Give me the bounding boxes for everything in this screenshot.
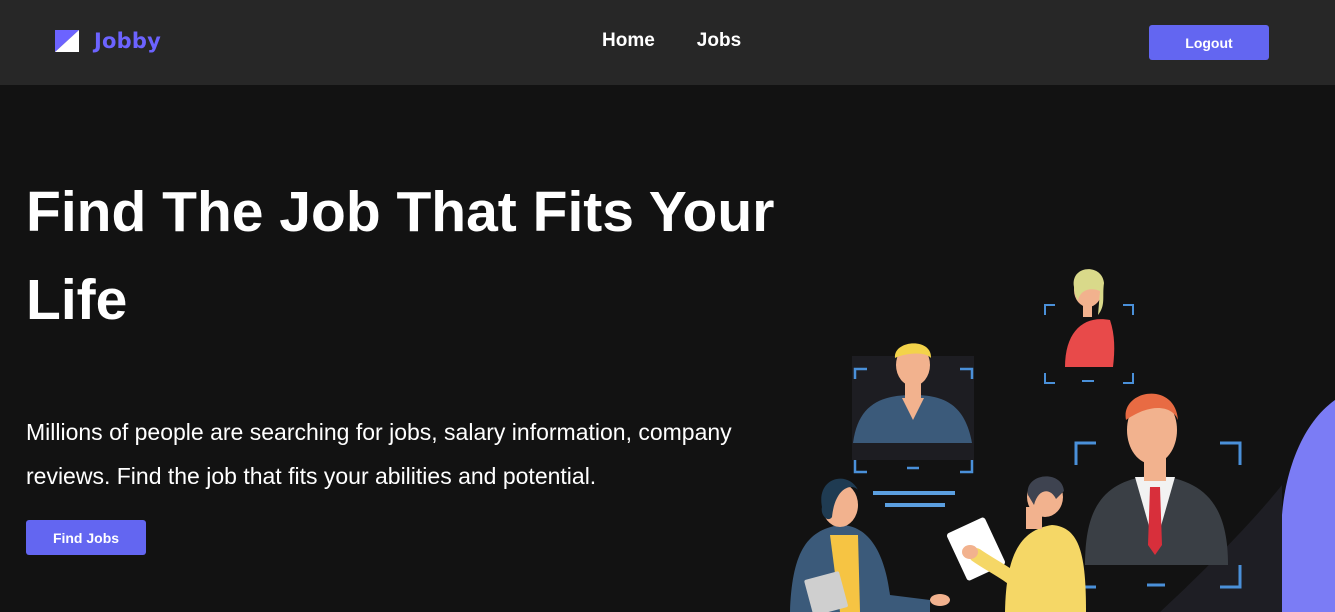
brand-name: Jobby bbox=[94, 29, 161, 53]
candidate-businessman-card bbox=[1074, 393, 1242, 589]
hero-title: Find The Job That Fits Your Life bbox=[26, 180, 775, 332]
find-jobs-button[interactable]: Find Jobs bbox=[26, 520, 146, 555]
navbar: Jobby Home Jobs Logout bbox=[0, 0, 1335, 85]
brand-logo-link[interactable]: Jobby bbox=[55, 26, 161, 56]
logout-button[interactable]: Logout bbox=[1149, 25, 1269, 60]
jobby-logo-icon bbox=[55, 30, 79, 52]
candidate-man-card bbox=[852, 343, 974, 507]
nav-link-jobs[interactable]: Jobs bbox=[697, 30, 741, 52]
candidate-woman-card bbox=[1044, 269, 1134, 384]
nav-link-home[interactable]: Home bbox=[602, 30, 655, 52]
recruiter-woman-figure bbox=[790, 478, 950, 612]
recruiter-man-figure bbox=[946, 476, 1086, 612]
recruitment-people-illustration bbox=[790, 269, 1335, 612]
hero-description: Millions of people are searching for job… bbox=[26, 419, 732, 489]
main-nav: Home Jobs bbox=[602, 30, 741, 52]
